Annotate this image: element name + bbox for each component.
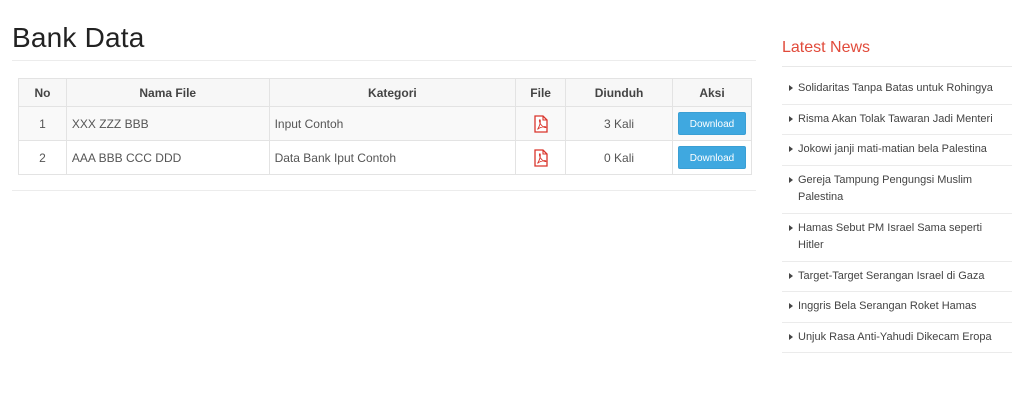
row-file-name: XXX ZZZ BBB <box>65 106 270 141</box>
row-file <box>515 140 567 175</box>
news-item[interactable]: Gereja Tampung Pengungsi Muslim Palestin… <box>782 166 1012 214</box>
news-title[interactable]: Jokowi janji mati-matian bela Palestina <box>798 141 1008 159</box>
caret-right-icon <box>789 272 793 279</box>
header-file: File <box>515 78 567 107</box>
news-item[interactable]: Unjuk Rasa Anti-Yahudi Dikecam Eropa <box>782 323 1012 353</box>
table-header-row: No Nama File Kategori File Diunduh Aksi <box>18 78 753 107</box>
download-button[interactable]: Download <box>677 112 746 135</box>
row-download-count: 3 Kali <box>565 106 673 141</box>
caret-right-icon <box>789 85 793 91</box>
row-file <box>515 106 567 141</box>
caret-right-icon <box>789 176 793 183</box>
header-no: No <box>18 78 67 107</box>
header-diunduh: Diunduh <box>565 78 673 107</box>
news-title[interactable]: Inggris Bela Serangan Roket Hamas <box>798 298 1008 316</box>
news-title[interactable]: Solidaritas Tanpa Batas untuk Rohingya <box>798 80 1008 98</box>
table-row: 2 AAA BBB CCC DDD Data Bank Iput Contoh … <box>18 140 753 175</box>
header-aksi: Aksi <box>671 78 753 107</box>
caret-right-icon <box>789 224 793 231</box>
row-file-name: AAA BBB CCC DDD <box>65 140 270 175</box>
row-category: Input Contoh <box>268 106 517 141</box>
row-action: Download <box>671 106 753 141</box>
news-title[interactable]: Unjuk Rasa Anti-Yahudi Dikecam Eropa <box>798 329 1008 347</box>
row-download-count: 0 Kali <box>565 140 673 175</box>
news-title[interactable]: Hamas Sebut PM Israel Sama seperti Hitle… <box>798 220 1008 255</box>
download-button[interactable]: Download <box>677 146 746 169</box>
news-title[interactable]: Target-Target Serangan Israel di Gaza <box>798 268 1008 286</box>
sidebar-divider <box>782 66 1012 67</box>
news-list: Solidaritas Tanpa Batas untuk Rohingya R… <box>782 74 1012 353</box>
title-divider <box>12 60 756 61</box>
news-item[interactable]: Target-Target Serangan Israel di Gaza <box>782 262 1012 292</box>
bank-data-table: No Nama File Kategori File Diunduh Aksi … <box>18 78 753 175</box>
header-kategori: Kategori <box>268 78 517 107</box>
header-nama-file: Nama File <box>65 78 270 107</box>
table-row: 1 XXX ZZZ BBB Input Contoh 3 Kali Downlo… <box>18 106 753 141</box>
news-item[interactable]: Risma Akan Tolak Tawaran Jadi Menteri <box>782 105 1012 135</box>
news-item[interactable]: Inggris Bela Serangan Roket Hamas <box>782 292 1012 323</box>
pdf-icon[interactable] <box>533 114 549 133</box>
news-title[interactable]: Gereja Tampung Pengungsi Muslim Palestin… <box>798 172 1008 207</box>
content-divider <box>12 190 756 191</box>
news-item[interactable]: Solidaritas Tanpa Batas untuk Rohingya <box>782 74 1012 105</box>
caret-right-icon <box>789 333 793 340</box>
caret-right-icon <box>789 115 793 122</box>
latest-news-title: Latest News <box>782 39 871 56</box>
news-item[interactable]: Hamas Sebut PM Israel Sama seperti Hitle… <box>782 214 1012 262</box>
row-category: Data Bank Iput Contoh <box>268 140 517 175</box>
row-action: Download <box>671 140 753 175</box>
sidebar: Latest News Solidaritas Tanpa Batas untu… <box>782 38 1012 353</box>
page-title: Bank Data <box>12 22 145 53</box>
news-item[interactable]: Jokowi janji mati-matian bela Palestina <box>782 135 1012 166</box>
row-no: 1 <box>18 106 67 141</box>
pdf-icon[interactable] <box>533 148 549 167</box>
main-content: Bank Data No Nama File Kategori File Diu… <box>12 20 756 191</box>
caret-right-icon <box>789 146 793 152</box>
news-title[interactable]: Risma Akan Tolak Tawaran Jadi Menteri <box>798 111 1008 129</box>
row-no: 2 <box>18 140 67 175</box>
caret-right-icon <box>789 303 793 309</box>
